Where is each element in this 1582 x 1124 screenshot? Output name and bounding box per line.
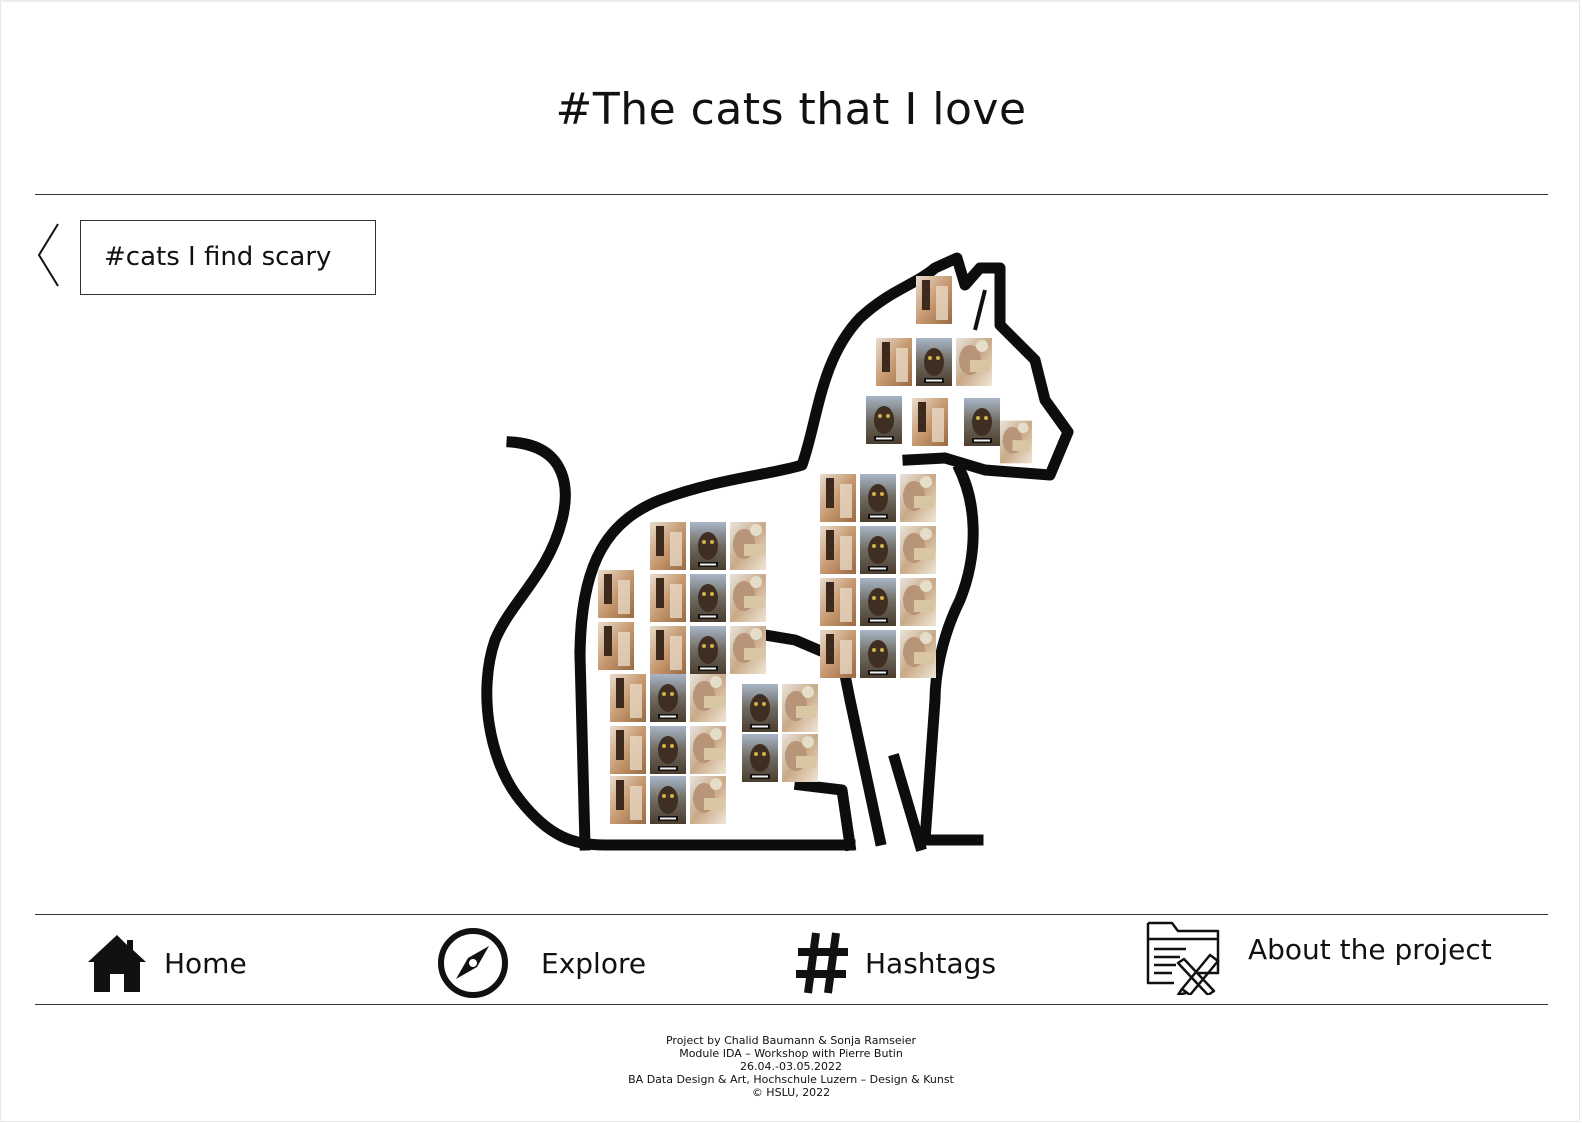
compass-icon	[438, 928, 508, 998]
hash-icon	[796, 932, 848, 994]
footer-credits: Project by Chalid Baumann & Sonja Ramsei…	[0, 1034, 1582, 1099]
cat-photo-collage	[481, 252, 1074, 852]
nav-home-label: Home	[164, 946, 247, 980]
footer-line: Project by Chalid Baumann & Sonja Ramsei…	[665, 1034, 916, 1047]
nav-hashtags[interactable]: Hashtags	[794, 918, 996, 1008]
header-divider	[35, 194, 1548, 195]
nav-divider-bottom	[35, 1004, 1548, 1005]
current-hashtag-box[interactable]: #cats I find scary	[80, 220, 376, 295]
footer-line: Module IDA – Workshop with Pierre Butin	[679, 1047, 903, 1060]
footer-line: 26.04.-03.05.2022	[740, 1060, 842, 1073]
nav-about[interactable]: About the project	[1146, 912, 1492, 1002]
nav-explore-label: Explore	[541, 946, 647, 980]
nav-about-label: About the project	[1248, 932, 1492, 966]
nav-home[interactable]: Home	[86, 918, 247, 1008]
nav-explore[interactable]: Explore	[436, 918, 646, 1008]
footer-line: BA Data Design & Art, Hochschule Luzern …	[628, 1073, 954, 1086]
page-title: #The cats that I love	[555, 84, 1027, 135]
footer-line: © HSLU, 2022	[751, 1086, 831, 1099]
home-icon	[88, 935, 146, 992]
back-arrow-icon[interactable]	[34, 222, 64, 288]
folder-pencil-icon	[1146, 921, 1220, 995]
nav-hashtags-label: Hashtags	[865, 946, 997, 980]
